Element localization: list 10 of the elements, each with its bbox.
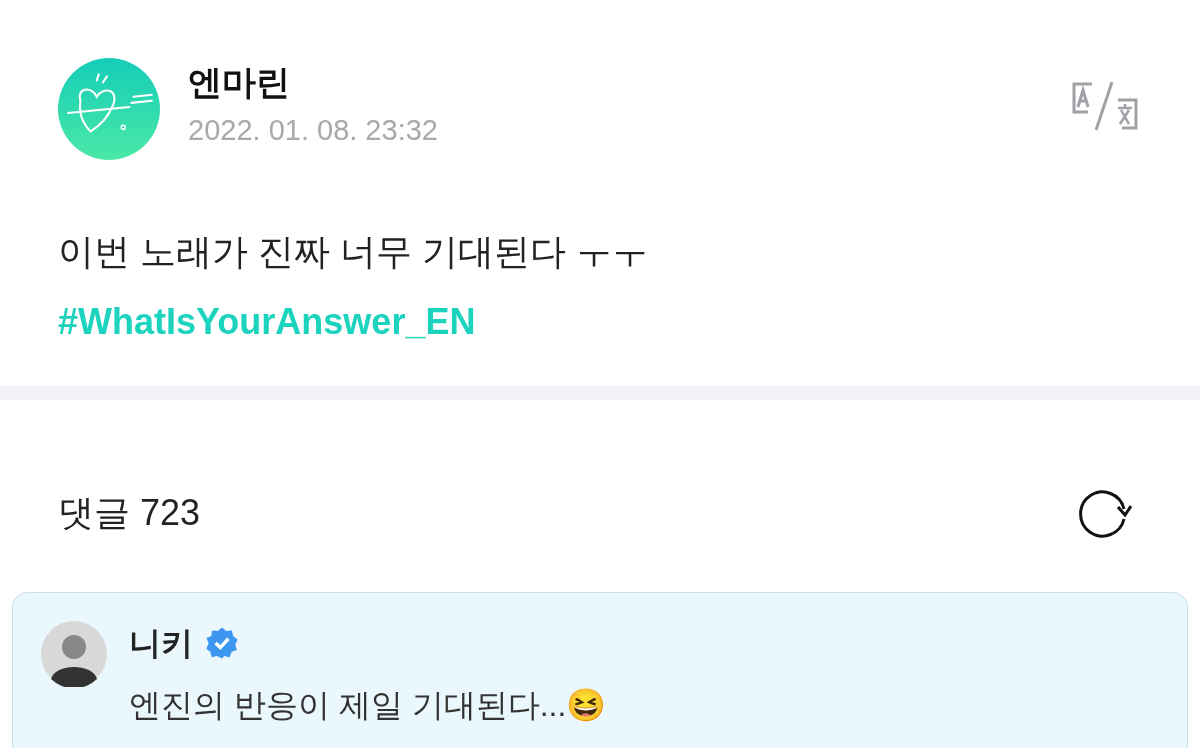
commenter-name: 니키 <box>129 624 193 663</box>
refresh-icon[interactable] <box>1076 487 1132 539</box>
post-text: 이번 노래가 진짜 너무 기대된다 ㅜㅜ <box>58 230 649 274</box>
comments-count: 댓글 723 <box>58 491 201 535</box>
translate-icon[interactable] <box>1070 80 1140 132</box>
post-timestamp: 2022. 01. 08. 23:32 <box>188 113 439 148</box>
author-name: 엔마린 <box>188 62 291 103</box>
avatar[interactable] <box>41 621 107 687</box>
hashtag-link[interactable]: #WhatIsYourAnswer_EN <box>58 296 1142 348</box>
comment-text: 엔진의 반응이 제일 기대된다...😆 <box>129 686 607 725</box>
